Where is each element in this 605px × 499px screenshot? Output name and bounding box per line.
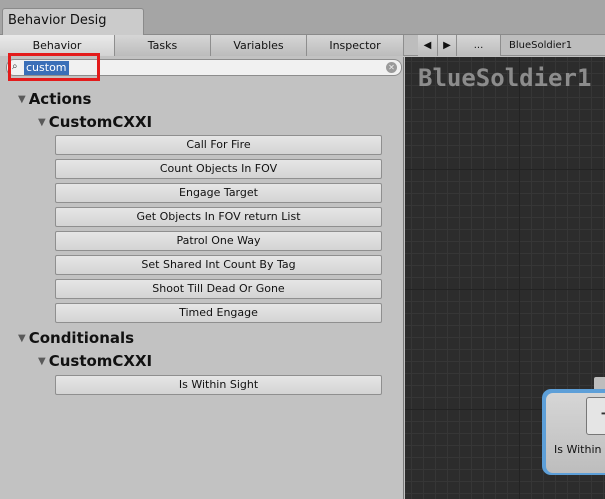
document-selector[interactable]: BlueSoldier1 [504,35,572,56]
expand-triangle-icon: ▼ [18,94,26,105]
forward-arrow-icon[interactable]: ▶ [438,35,457,56]
group-conditionals-customcxxi[interactable]: ▼ CustomCXXI [38,352,152,370]
task-call-for-fire[interactable]: Call For Fire [55,135,382,155]
task-engage-target[interactable]: Engage Target [55,183,382,203]
category-conditionals[interactable]: ▼ Conditionals [18,329,134,347]
expand-triangle-icon: ▼ [18,333,26,344]
window-tab-strip: Behavior Desig [0,0,605,35]
category-actions-label: Actions [28,90,92,108]
task-count-objects-in-fov[interactable]: Count Objects In FOV [55,159,382,179]
window-tab-behavior-designer[interactable]: Behavior Desig [2,8,144,35]
more-button[interactable]: ... [457,35,501,56]
group-actions-customcxxi[interactable]: ▼ CustomCXXI [38,113,152,131]
category-actions[interactable]: ▼ Actions [18,90,91,108]
conditional-icon: ┤ [586,397,605,435]
expand-triangle-icon: ▼ [38,356,46,367]
group-conditionals-customcxxi-label: CustomCXXI [48,352,153,370]
graph-node-is-within-sight[interactable]: ┤ Is Within Sight [546,393,605,473]
task-get-objects-in-fov[interactable]: Get Objects In FOV return List [55,207,382,227]
behavior-graph-canvas[interactable]: BlueSoldier1 ┤ Is Within Sight [405,57,605,499]
graph-title: BlueSoldier1 [418,64,592,92]
clear-search-icon[interactable]: ✕ [386,62,397,73]
group-actions-customcxxi-label: CustomCXXI [48,113,153,131]
expand-triangle-icon: ▼ [38,117,46,128]
tab-inspector[interactable]: Inspector [307,35,404,56]
category-conditionals-label: Conditionals [28,329,135,347]
tab-variables[interactable]: Variables [211,35,307,56]
task-list-panel: ⌕ custom ✕ ▼ Actions ▼ CustomCXXI Call For… [0,57,404,499]
tab-tasks[interactable]: Tasks [115,35,211,56]
task-shoot-till-dead[interactable]: Shoot Till Dead Or Gone [55,279,382,299]
node-label: Is Within Sight [554,443,605,456]
task-timed-engage[interactable]: Timed Engage [55,303,382,323]
highlight-annotation [8,53,100,81]
task-is-within-sight[interactable]: Is Within Sight [55,375,382,395]
task-set-shared-int[interactable]: Set Shared Int Count By Tag [55,255,382,275]
back-arrow-icon[interactable]: ◀ [418,35,438,56]
task-patrol-one-way[interactable]: Patrol One Way [55,231,382,251]
